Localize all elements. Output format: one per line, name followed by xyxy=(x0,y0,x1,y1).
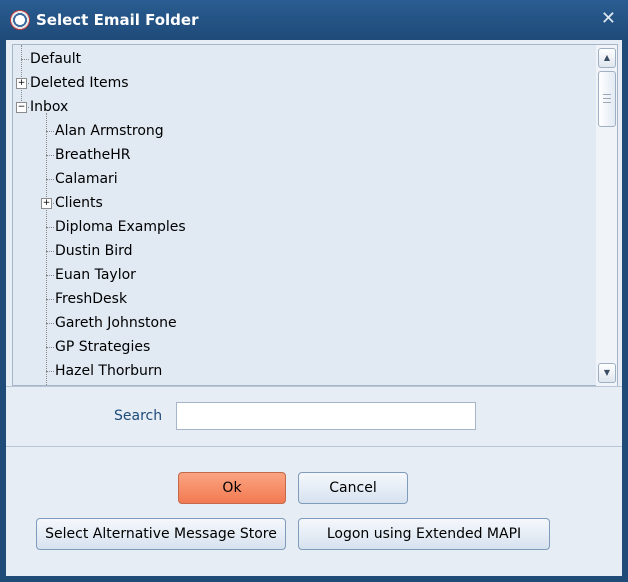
scroll-grip-line xyxy=(603,98,611,99)
tree-item[interactable]: Alan Armstrong xyxy=(55,121,164,141)
dialog-title: Select Email Folder xyxy=(36,11,199,29)
tree-item[interactable]: Euan Taylor xyxy=(55,265,136,285)
scroll-grip-line xyxy=(603,94,611,95)
scroll-grip-line xyxy=(603,102,611,103)
scroll-up-button[interactable]: ▲ xyxy=(598,48,616,68)
tree-item[interactable]: Clients xyxy=(55,193,103,213)
tree-connector xyxy=(46,251,54,252)
tree-connector xyxy=(46,275,54,276)
tree-connector xyxy=(46,179,54,180)
tree-connector xyxy=(21,59,29,60)
expand-icon[interactable]: + xyxy=(41,198,52,209)
tree-item[interactable]: Default xyxy=(30,49,81,69)
tree-item[interactable]: Dustin Bird xyxy=(55,241,133,261)
search-label: Search xyxy=(114,408,163,424)
tree-connector xyxy=(46,347,54,348)
tree-connector xyxy=(46,323,54,324)
select-email-folder-dialog: Select Email Folder ✕ Default + Deleted It… xyxy=(0,0,628,582)
dialog-body: Default + Deleted Items − Inbox Alan Armstron… xyxy=(6,40,622,576)
tree-scrollbar[interactable]: ▲ ▼ xyxy=(596,44,618,387)
tree-item[interactable]: Calamari xyxy=(55,169,118,189)
divider xyxy=(6,446,622,447)
collapse-icon[interactable]: − xyxy=(16,102,27,113)
logon-extended-mapi-button[interactable]: Logon using Extended MAPI xyxy=(298,518,550,550)
tree-item[interactable]: Inbox xyxy=(30,97,68,117)
scroll-thumb[interactable] xyxy=(598,71,616,127)
tree-guide-line xyxy=(21,45,22,103)
expand-icon[interactable]: + xyxy=(16,78,27,89)
cancel-button[interactable]: Cancel xyxy=(298,472,408,504)
tree-connector xyxy=(46,155,54,156)
tree-item[interactable]: FreshDesk xyxy=(55,289,127,309)
tree-connector xyxy=(46,299,54,300)
app-icon xyxy=(10,10,30,30)
divider xyxy=(6,386,622,387)
title-bar: Select Email Folder ✕ xyxy=(0,0,628,40)
search-input[interactable] xyxy=(176,402,476,430)
scroll-down-button[interactable]: ▼ xyxy=(598,363,616,383)
tree-connector xyxy=(46,371,54,372)
tree-item[interactable]: Gareth Johnstone xyxy=(55,313,177,333)
tree-item[interactable]: Diploma Examples xyxy=(55,217,186,237)
tree-item[interactable]: Deleted Items xyxy=(30,73,129,93)
tree-connector xyxy=(46,131,54,132)
folder-tree[interactable]: Default + Deleted Items − Inbox Alan Armstron… xyxy=(12,44,598,386)
tree-connector xyxy=(46,227,54,228)
tree-item[interactable]: GP Strategies xyxy=(55,337,150,357)
tree-item[interactable]: BreatheHR xyxy=(55,145,130,165)
tree-guide-line xyxy=(46,113,47,385)
ok-button[interactable]: Ok xyxy=(178,472,286,504)
tree-item[interactable]: Hazel Thorburn xyxy=(55,361,162,381)
close-icon[interactable]: ✕ xyxy=(601,8,616,30)
select-alternative-store-button[interactable]: Select Alternative Message Store xyxy=(36,518,286,550)
